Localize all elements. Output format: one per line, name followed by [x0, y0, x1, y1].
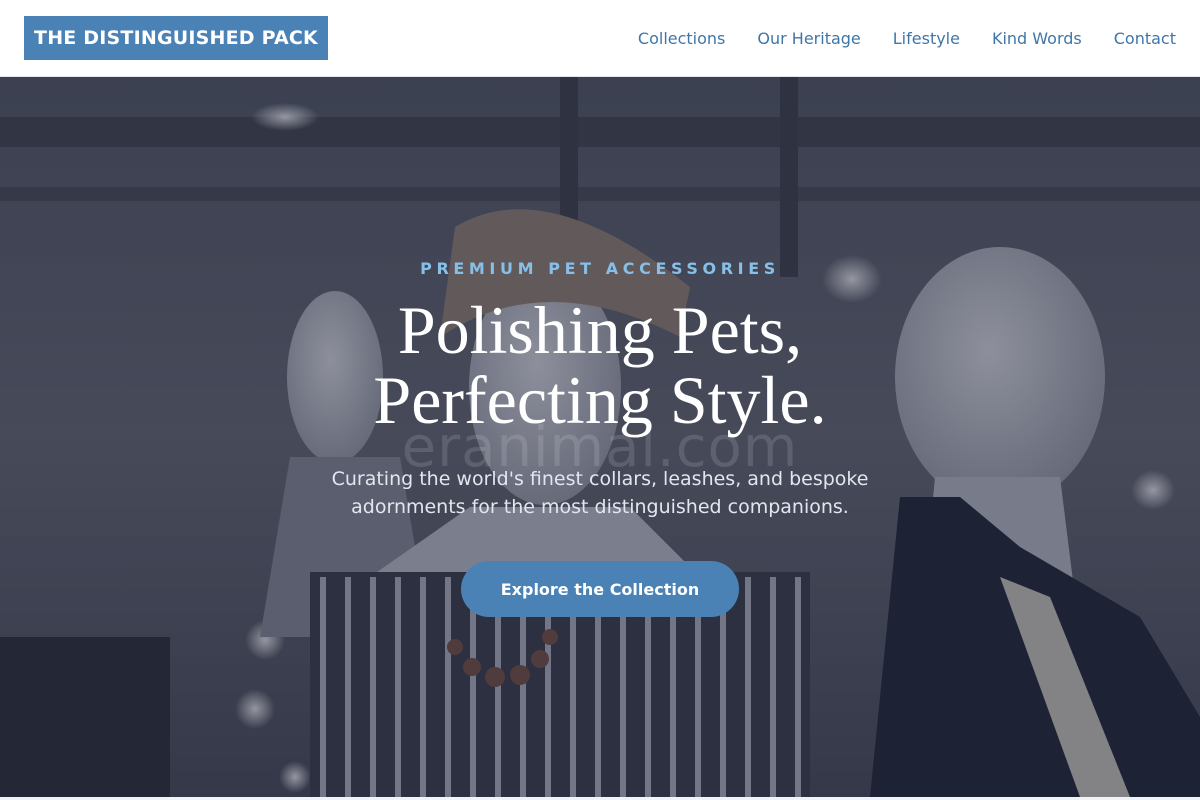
main-nav: Collections Our Heritage Lifestyle Kind … [606, 0, 1176, 77]
hero-subtext: Curating the world's finest collars, lea… [331, 468, 869, 518]
hero-headline-line-2: Perfecting Style. [373, 362, 827, 438]
hero-headline-line-1: Polishing Pets, [397, 292, 803, 368]
nav-link-kind-words[interactable]: Kind Words [992, 29, 1082, 48]
hero-headline: Polishing Pets, Perfecting Style. [0, 295, 1200, 435]
site-logo[interactable]: THE DISTINGUISHED PACK [24, 16, 328, 60]
site-header: THE DISTINGUISHED PACK Collections Our H… [0, 0, 1200, 77]
nav-link-collections[interactable]: Collections [638, 29, 725, 48]
hero-eyebrow: PREMIUM PET ACCESSORIES [420, 259, 780, 278]
explore-collection-button[interactable]: Explore the Collection [461, 561, 739, 617]
nav-link-lifestyle[interactable]: Lifestyle [893, 29, 960, 48]
hero-content: PREMIUM PET ACCESSORIES Polishing Pets, … [0, 77, 1200, 797]
hero-section: eranimal.com PREMIUM PET ACCESSORIES Pol… [0, 77, 1200, 797]
nav-link-our-heritage[interactable]: Our Heritage [757, 29, 860, 48]
nav-link-contact[interactable]: Contact [1114, 29, 1176, 48]
